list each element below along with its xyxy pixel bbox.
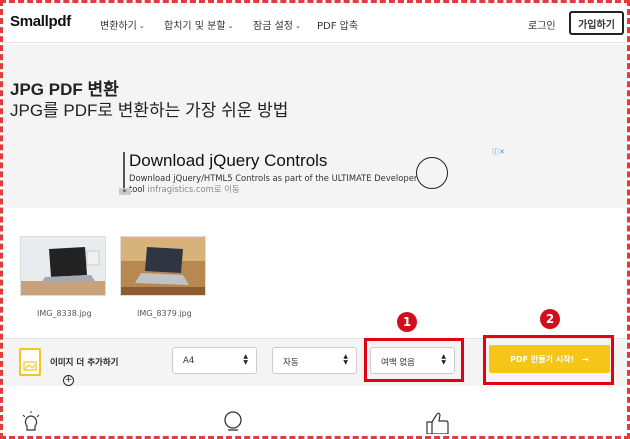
file-thumbnail[interactable] (120, 236, 206, 296)
page-size-select[interactable]: A4 ▲ ▼ (172, 347, 257, 374)
laptop-photo-icon (21, 237, 105, 295)
file-name: IMG_8338.jpg (37, 309, 92, 318)
laptop-photo-icon (121, 237, 205, 295)
annotation-badge-1: 1 (397, 312, 417, 332)
file-name: IMG_8379.jpg (137, 309, 192, 318)
nav-item-convert[interactable]: 변환하기 ⌄ (100, 17, 145, 32)
header: Smallpdf 변환하기 ⌄ 합치기 및 분할 ⌄ 잠금 설정 ⌄ PDF 압축 로… (3, 3, 627, 43)
image-icon (23, 361, 37, 371)
ad-description: Download jQuery/HTML5 Controls as part o… (129, 173, 418, 194)
orientation-select[interactable]: 자동 ▲ ▼ (272, 347, 357, 374)
image-file-icon[interactable] (19, 348, 41, 376)
page-size-value: A4 (183, 356, 195, 366)
lightbulb-icon (22, 411, 40, 431)
signup-button[interactable]: 가입하기 (569, 11, 624, 35)
login-link[interactable]: 로그인 (528, 17, 556, 32)
thumbs-up-icon (426, 412, 449, 434)
highlight-box-margin (364, 338, 464, 382)
chevron-down-icon: ⌄ (138, 22, 145, 30)
ad-title[interactable]: Download jQuery Controls (129, 151, 327, 171)
chevron-down-icon: ⌄ (294, 22, 301, 30)
ad-url[interactable]: infragistics.com로 이동 (148, 184, 240, 194)
page-subtitle: JPG를 PDF로 변환하는 가장 쉬운 방법 (10, 101, 289, 120)
file-thumbnail[interactable] (20, 236, 106, 296)
select-arrows-icon: ▲ ▼ (343, 353, 348, 366)
ad-choices-icon[interactable]: ⓘ✕ (492, 147, 505, 157)
nav-item-merge-split[interactable]: 합치기 및 분할 ⌄ (164, 17, 233, 32)
nav-item-lock[interactable]: 잠금 설정 ⌄ (253, 17, 301, 32)
orientation-value: 자동 (283, 358, 299, 368)
ad-marker-icon: ▶ (119, 188, 131, 195)
ad-divider (123, 152, 125, 192)
search-icon (224, 411, 242, 431)
highlight-box-submit (483, 335, 614, 385)
add-more-images-link[interactable]: 이미지 더 추가하기 (50, 356, 118, 368)
annotation-badge-2: 2 (540, 309, 560, 329)
nav-item-compress[interactable]: PDF 압축 (317, 17, 358, 32)
select-arrows-icon: ▲ ▼ (243, 353, 248, 366)
add-circle-icon[interactable]: + (63, 375, 74, 386)
logo[interactable]: Smallpdf (10, 13, 71, 30)
chevron-down-icon: ⌄ (227, 22, 234, 30)
ad-circle-icon[interactable] (416, 157, 448, 189)
